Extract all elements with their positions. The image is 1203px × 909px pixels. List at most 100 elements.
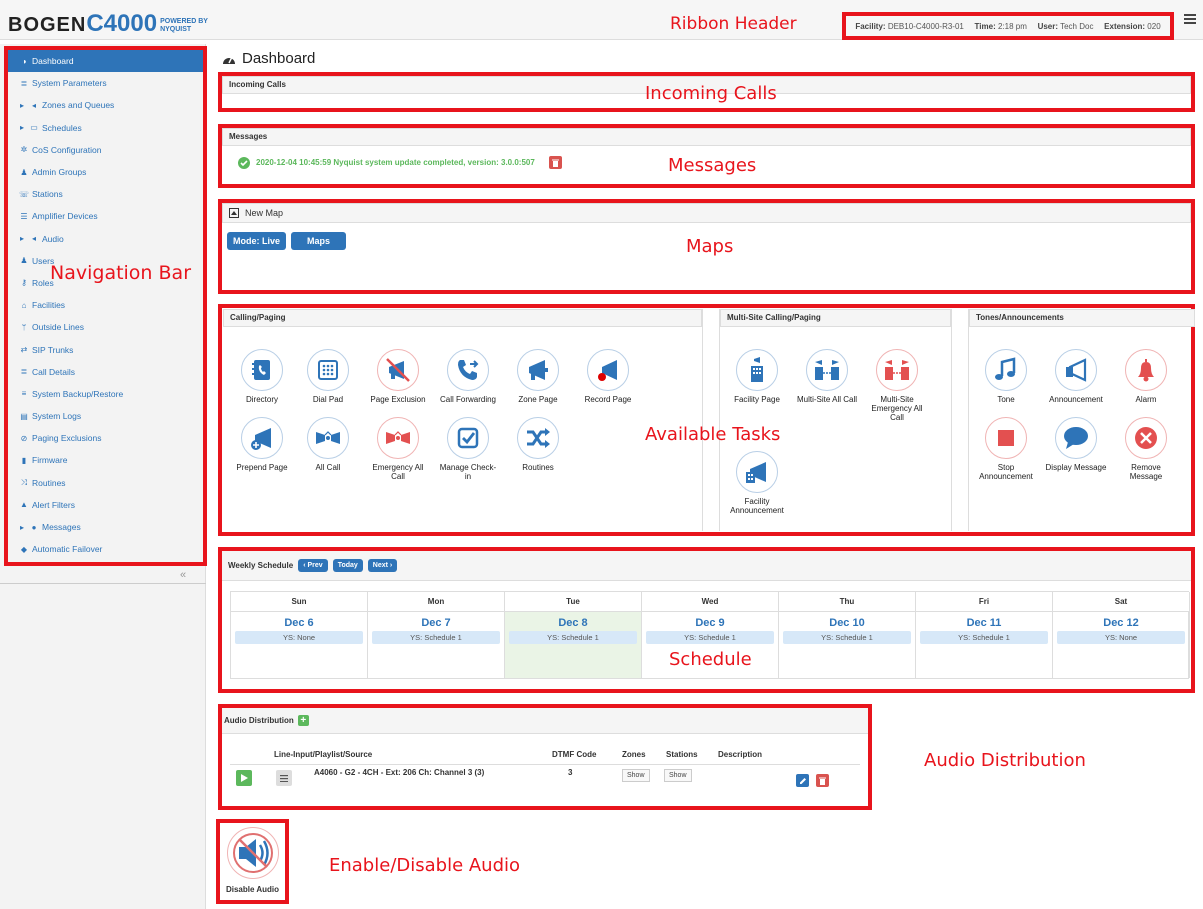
task-circle[interactable] bbox=[377, 417, 419, 459]
sidebar-item-firmware[interactable]: ▮ Firmware bbox=[8, 449, 203, 471]
task-circle[interactable] bbox=[377, 349, 419, 391]
task-circle[interactable] bbox=[985, 349, 1027, 391]
schedule-badge[interactable]: YS: Schedule 1 bbox=[783, 631, 911, 644]
task-stop[interactable]: Stop Announcement bbox=[975, 417, 1037, 481]
sidebar-item-alert-filters[interactable]: ▲ Alert Filters bbox=[8, 494, 203, 516]
task-all-call[interactable]: All Call bbox=[297, 417, 359, 472]
task-circle[interactable] bbox=[447, 349, 489, 391]
task-prepend-page[interactable]: Prepend Page bbox=[231, 417, 293, 472]
sidebar-item-routines[interactable]: ⤨ Routines bbox=[8, 472, 203, 494]
task-circle[interactable] bbox=[736, 349, 778, 391]
hamburger-menu-icon[interactable] bbox=[1184, 14, 1196, 24]
sidebar-item-admin-groups[interactable]: ♟ Admin Groups bbox=[8, 161, 203, 183]
schedule-badge[interactable]: YS: Schedule 1 bbox=[920, 631, 1048, 644]
sidebar-item-call-details[interactable]: ≣ Call Details bbox=[8, 361, 203, 383]
sidebar-item-dashboard[interactable]: ◑ Dashboard bbox=[8, 50, 203, 73]
mode-live-button[interactable]: Mode: Live bbox=[227, 232, 287, 250]
day-date[interactable]: Dec 9 bbox=[642, 617, 778, 629]
sidebar-item-cos-configuration[interactable]: ✲ CoS Configuration bbox=[8, 139, 203, 161]
task-circle[interactable] bbox=[806, 349, 848, 391]
task-page-exclusion[interactable]: Page Exclusion bbox=[367, 349, 429, 404]
task-multisite-emergency[interactable]: Multi-Site Emergency All Call bbox=[866, 349, 928, 422]
task-circle[interactable] bbox=[1125, 417, 1167, 459]
sidebar-item-facilities[interactable]: ⌂ Facilities bbox=[8, 294, 203, 316]
collapse-sidebar-icon[interactable]: « bbox=[180, 569, 186, 581]
sidebar-item-system-parameters[interactable]: ≣ System Parameters bbox=[8, 72, 203, 94]
schedule-day-fri[interactable]: Fri Dec 11 YS: Schedule 1 bbox=[916, 592, 1053, 678]
task-circle[interactable] bbox=[241, 417, 283, 459]
task-circle[interactable] bbox=[736, 451, 778, 493]
schedule-badge[interactable]: YS: Schedule 1 bbox=[509, 631, 637, 644]
disable-audio-button[interactable] bbox=[226, 827, 279, 879]
sidebar-item-system-logs[interactable]: ▤ System Logs bbox=[8, 405, 203, 427]
task-circle[interactable] bbox=[985, 417, 1027, 459]
sidebar-item-stations[interactable]: ☏ Stations bbox=[8, 183, 203, 205]
sidebar-item-paging-exclusions[interactable]: ⊘ Paging Exclusions bbox=[8, 427, 203, 449]
next-week-button[interactable]: Next › bbox=[367, 559, 398, 572]
task-circle[interactable] bbox=[447, 417, 489, 459]
task-circle[interactable] bbox=[517, 417, 559, 459]
task-announcement[interactable]: Announcement bbox=[1045, 349, 1107, 404]
task-circle[interactable] bbox=[1055, 349, 1097, 391]
today-button[interactable]: Today bbox=[332, 559, 363, 572]
add-audio-button[interactable]: + bbox=[297, 715, 309, 726]
sidebar-item-schedules[interactable]: ▸ ▭ Schedules bbox=[8, 117, 203, 139]
task-call-forwarding[interactable]: Call Forwarding bbox=[437, 349, 499, 404]
sidebar-item-audio[interactable]: ▸ ◂ Audio bbox=[8, 228, 203, 250]
schedule-badge[interactable]: YS: None bbox=[235, 631, 363, 644]
task-dialpad[interactable]: Dial Pad bbox=[297, 349, 359, 404]
day-date[interactable]: Dec 11 bbox=[916, 617, 1052, 629]
task-facility-page[interactable]: Facility Page bbox=[726, 349, 788, 404]
delete-audio-button[interactable] bbox=[816, 774, 829, 787]
task-remove[interactable]: Remove Message bbox=[1115, 417, 1177, 481]
schedule-day-sun[interactable]: Sun Dec 6 YS: None bbox=[231, 592, 368, 678]
task-music[interactable]: Tone bbox=[975, 349, 1037, 404]
day-date[interactable]: Dec 6 bbox=[231, 617, 367, 629]
task-routines[interactable]: Routines bbox=[507, 417, 569, 472]
show-stations-button[interactable]: Show bbox=[664, 769, 692, 782]
show-zones-button[interactable]: Show bbox=[622, 769, 650, 782]
schedule-day-sat[interactable]: Sat Dec 12 YS: None bbox=[1053, 592, 1190, 678]
task-directory[interactable]: Directory bbox=[231, 349, 293, 404]
edit-button[interactable] bbox=[796, 774, 809, 787]
play-button[interactable] bbox=[236, 770, 252, 786]
sidebar-item-outside-lines[interactable]: ᛘ Outside Lines bbox=[8, 316, 203, 338]
day-date[interactable]: Dec 10 bbox=[779, 617, 915, 629]
task-circle[interactable] bbox=[876, 349, 918, 391]
schedule-badge[interactable]: YS: Schedule 1 bbox=[646, 631, 774, 644]
task-bell[interactable]: Alarm bbox=[1115, 349, 1177, 404]
task-facility-announcement[interactable]: Facility Announcement bbox=[726, 451, 788, 515]
task-checkin[interactable]: Manage Check-in bbox=[437, 417, 499, 481]
task-circle[interactable] bbox=[307, 417, 349, 459]
day-date[interactable]: Dec 12 bbox=[1053, 617, 1189, 629]
schedule-day-thu[interactable]: Thu Dec 10 YS: Schedule 1 bbox=[779, 592, 916, 678]
sidebar-item-automatic-failover[interactable]: ◆ Automatic Failover bbox=[8, 538, 203, 560]
task-speech-bubble[interactable]: Display Message bbox=[1045, 417, 1107, 472]
task-circle[interactable] bbox=[241, 349, 283, 391]
day-date[interactable]: Dec 8 bbox=[505, 617, 641, 629]
schedule-badge[interactable]: YS: Schedule 1 bbox=[372, 631, 500, 644]
sidebar-item-zones-and-queues[interactable]: ▸ ◂ Zones and Queues bbox=[8, 94, 203, 116]
task-circle[interactable] bbox=[1125, 349, 1167, 391]
task-record-page[interactable]: Record Page bbox=[577, 349, 639, 404]
task-emergency-all-call[interactable]: Emergency All Call bbox=[367, 417, 429, 481]
task-multisite-all-call[interactable]: Multi-Site All Call bbox=[796, 349, 858, 404]
delete-message-button[interactable] bbox=[548, 156, 562, 169]
schedule-day-tue[interactable]: Tue Dec 8 YS: Schedule 1 bbox=[505, 592, 642, 678]
prev-week-button[interactable]: ‹ Prev bbox=[298, 559, 328, 572]
task-circle[interactable] bbox=[517, 349, 559, 391]
sidebar-item-sip-trunks[interactable]: ⇄ SIP Trunks bbox=[8, 338, 203, 360]
task-circle[interactable] bbox=[307, 349, 349, 391]
sidebar-item-system-backup-restore[interactable]: ≡ System Backup/Restore bbox=[8, 383, 203, 405]
schedule-day-mon[interactable]: Mon Dec 7 YS: Schedule 1 bbox=[368, 592, 505, 678]
multisite-title: Multi-Site Calling/Paging bbox=[720, 309, 951, 327]
day-date[interactable]: Dec 7 bbox=[368, 617, 504, 629]
schedule-badge[interactable]: YS: None bbox=[1057, 631, 1185, 644]
sidebar-item-amplifier-devices[interactable]: ☰ Amplifier Devices bbox=[8, 205, 203, 227]
task-circle[interactable] bbox=[587, 349, 629, 391]
task-megaphone[interactable]: Zone Page bbox=[507, 349, 569, 404]
sidebar-item-messages[interactable]: ▸ ● Messages bbox=[8, 516, 203, 538]
playlist-button[interactable] bbox=[276, 770, 292, 786]
task-circle[interactable] bbox=[1055, 417, 1097, 459]
maps-button[interactable]: Maps bbox=[291, 232, 347, 250]
